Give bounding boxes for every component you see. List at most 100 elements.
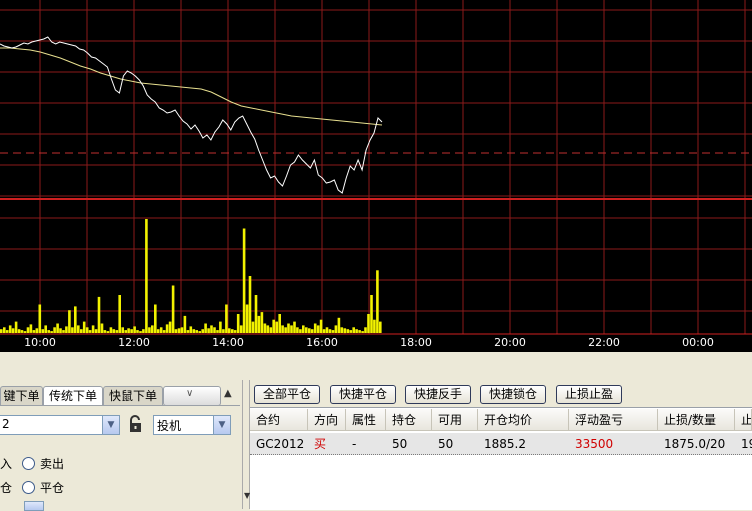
chevron-down-icon[interactable]: ▼ (213, 416, 230, 434)
volume-bar (82, 321, 86, 333)
time-axis-label: 12:00 (118, 336, 150, 349)
tab-mouse-order[interactable]: 快鼠下单 (103, 386, 163, 405)
tab-traditional-order[interactable]: 传统下单 (43, 386, 103, 405)
header-attribute[interactable]: 属性 (346, 409, 386, 431)
table-row[interactable]: GC2012 买 - 50 50 1885.2 33500 1875.0/20 … (250, 433, 752, 455)
volume-bar (328, 329, 332, 333)
volume-bar (156, 329, 160, 333)
radio-sell[interactable]: 卖出 (22, 455, 64, 472)
volume-bar (337, 317, 341, 333)
volume-bar (263, 323, 267, 333)
volume-bar (361, 331, 364, 333)
volume-bar (204, 323, 207, 333)
volume-bar (373, 319, 376, 333)
header-extra[interactable]: 止 (735, 409, 752, 431)
volume-bar (106, 331, 110, 333)
volume-bar (310, 329, 314, 333)
volume-bar (88, 330, 92, 333)
volume-bar (260, 312, 264, 333)
volume-bar (80, 329, 83, 333)
volume-bar (239, 325, 243, 333)
volume-bar (136, 330, 139, 333)
volume-bar (100, 323, 104, 333)
volume-bar (0, 329, 3, 333)
volume-bar (236, 314, 240, 333)
volume-bar (192, 329, 196, 333)
header-contract[interactable]: 合约 (250, 409, 308, 431)
volume-bar (97, 296, 101, 333)
radio-circle-icon[interactable] (22, 481, 35, 494)
header-stop-qty[interactable]: 止损/数量 (658, 409, 735, 431)
volume-bar (68, 310, 71, 333)
spin-up-button[interactable] (24, 501, 44, 511)
quick-lock-button[interactable]: 快捷锁仓 (480, 385, 546, 404)
tab-more-button[interactable]: ∨ (163, 386, 221, 406)
volume-bar (302, 325, 305, 333)
volume-bar (14, 321, 18, 333)
volume-bar (287, 323, 290, 333)
volume-bar (29, 324, 33, 333)
volume-bar (5, 330, 9, 333)
time-axis-label: 22:00 (588, 336, 620, 349)
tab-key-order[interactable]: 键下单 (0, 386, 43, 405)
volume-bar (322, 329, 326, 333)
volume-bar (231, 329, 234, 333)
volume-bar (112, 329, 116, 333)
cell-contract: GC2012 (256, 437, 305, 451)
volume-bar (251, 321, 255, 333)
stop-loss-profit-button[interactable]: 止损止盈 (556, 385, 622, 404)
contract-select-value: 2 (2, 417, 10, 431)
volume-bar (222, 329, 225, 333)
volume-bar (216, 330, 219, 333)
volume-bar (201, 329, 204, 333)
header-float-pnl[interactable]: 浮动盈亏 (569, 409, 658, 431)
vertical-splitter[interactable]: ▼ (242, 380, 250, 509)
header-position[interactable]: 持仓 (386, 409, 432, 431)
volume-bar (168, 321, 172, 333)
chevron-down-icon: ∨ (186, 388, 194, 399)
volume-bar (257, 315, 261, 333)
scroll-up-icon[interactable]: ▲ (224, 388, 232, 399)
volume-bar (210, 325, 213, 333)
close-all-button[interactable]: 全部平仓 (254, 385, 320, 404)
header-direction[interactable]: 方向 (308, 409, 346, 431)
volume-bar (162, 330, 166, 333)
volume-bar (334, 325, 338, 333)
volume-bar (198, 331, 201, 333)
cell-avg-price: 1885.2 (484, 437, 526, 451)
header-avg-price[interactable]: 开仓均价 (478, 409, 569, 431)
volume-bar (71, 327, 74, 333)
volume-bar (225, 304, 228, 333)
volume-bar (272, 319, 275, 333)
unlock-icon[interactable] (127, 415, 145, 433)
volume-bar (121, 327, 124, 333)
volume-bar (50, 331, 53, 333)
positions-table: 合约 方向 属性 持仓 可用 开仓均价 浮动盈亏 止损/数量 止 GC2012 … (250, 407, 752, 510)
volume-bar (305, 327, 308, 333)
volume-bar (23, 331, 27, 333)
quick-close-button[interactable]: 快捷平仓 (330, 385, 396, 404)
volume-bar (133, 326, 136, 333)
hedge-select[interactable]: 投机 ▼ (153, 415, 231, 435)
volume-bar (269, 327, 273, 333)
volume-bar (11, 328, 15, 334)
volume-bar (296, 327, 299, 333)
volume-bar (77, 325, 80, 333)
volume-bar (151, 325, 154, 333)
volume-bar (376, 270, 379, 333)
cell-float-pnl: 33500 (575, 437, 614, 451)
volume-bar (38, 304, 42, 333)
header-available[interactable]: 可用 (432, 409, 478, 431)
radio-circle-icon[interactable] (22, 457, 35, 470)
volume-bar (127, 328, 130, 334)
chevron-down-icon[interactable]: ▼ (102, 416, 119, 434)
contract-select[interactable]: 2 ▼ (0, 415, 120, 435)
label-open-position: 仓 (0, 481, 13, 495)
cell-available: 50 (438, 437, 454, 451)
volume-bar (313, 323, 317, 333)
volume-bar (364, 327, 367, 333)
volume-bar (189, 326, 193, 333)
quick-reverse-button[interactable]: 快捷反手 (405, 385, 471, 404)
volume-bar (308, 328, 311, 334)
radio-close[interactable]: 平仓 (22, 479, 64, 496)
